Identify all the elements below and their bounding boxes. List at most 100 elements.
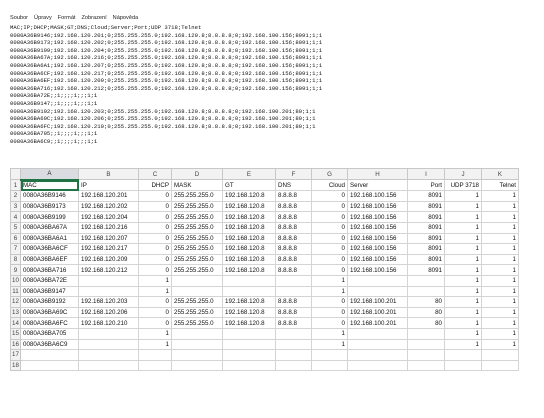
cell-a3[interactable]: 0080A36B9173: [20, 200, 79, 213]
cell-g9[interactable]: 0: [311, 264, 348, 276]
cell-h14[interactable]: 192.168.100.201: [347, 317, 408, 329]
notepad-text-area[interactable]: MAC;IP;DHCP;MASK;GT;DNS;Cloud;Server;Por…: [10, 24, 530, 146]
cell-c14[interactable]: 0: [138, 317, 172, 329]
cell-d12[interactable]: 255.255.255.0: [171, 296, 223, 308]
cell-g3[interactable]: 0: [311, 200, 348, 213]
cell-f16[interactable]: [275, 338, 312, 351]
cell-k11[interactable]: 1: [481, 285, 519, 298]
cell-b5[interactable]: 192.168.120.216: [78, 221, 139, 234]
cell-c13[interactable]: 0: [138, 306, 172, 319]
cell-j3[interactable]: 1: [444, 200, 482, 213]
cell-g4[interactable]: 0: [311, 211, 348, 223]
cell-f13[interactable]: 8.8.8.8: [275, 306, 312, 319]
cell-i18[interactable]: [407, 359, 445, 372]
cell-k9[interactable]: 1: [481, 264, 519, 276]
cell-b1[interactable]: IP: [78, 179, 139, 192]
cell-g12[interactable]: 0: [311, 296, 348, 308]
cell-f7[interactable]: 8.8.8.8: [275, 243, 312, 255]
cell-d5[interactable]: 255.255.255.0: [171, 221, 223, 234]
row-header[interactable]: 13: [10, 306, 21, 319]
cell-e4[interactable]: 192.168.120.8: [222, 211, 276, 223]
cell-d2[interactable]: 255.255.255.0: [171, 190, 223, 202]
cell-k17[interactable]: [481, 349, 519, 361]
cell-k16[interactable]: 1: [481, 338, 519, 351]
cell-f5[interactable]: 8.8.8.8: [275, 221, 312, 234]
cell-d15[interactable]: [171, 327, 223, 340]
cell-b7[interactable]: 192.168.120.217: [78, 243, 139, 255]
cell-g13[interactable]: 0: [311, 306, 348, 319]
cell-k3[interactable]: 1: [481, 200, 519, 213]
cell-h9[interactable]: 192.168.100.156: [347, 264, 408, 276]
cell-e5[interactable]: 192.168.120.8: [222, 221, 276, 234]
cell-g8[interactable]: 0: [311, 253, 348, 266]
cell-h17[interactable]: [347, 349, 408, 361]
cell-f8[interactable]: 8.8.8.8: [275, 253, 312, 266]
cell-g10[interactable]: 1: [311, 274, 348, 287]
row-header[interactable]: 18: [10, 359, 21, 372]
cell-b8[interactable]: 192.168.120.209: [78, 253, 139, 266]
cell-g16[interactable]: 1: [311, 338, 348, 351]
cell-c12[interactable]: 0: [138, 296, 172, 308]
cell-b12[interactable]: 192.168.120.203: [78, 296, 139, 308]
cell-f3[interactable]: 8.8.8.8: [275, 200, 312, 213]
cell-a8[interactable]: 0080A36BA6EF: [20, 253, 79, 266]
cell-b9[interactable]: 192.168.120.212: [78, 264, 139, 276]
column-header-c[interactable]: C: [138, 167, 172, 181]
cell-k2[interactable]: 1: [481, 190, 519, 202]
cell-f9[interactable]: 8.8.8.8: [275, 264, 312, 276]
cell-h3[interactable]: 192.168.100.156: [347, 200, 408, 213]
cell-k18[interactable]: [481, 359, 519, 372]
cell-g18[interactable]: [311, 359, 348, 372]
cell-j15[interactable]: 1: [444, 327, 482, 340]
cell-e3[interactable]: 192.168.120.8: [222, 200, 276, 213]
cell-f18[interactable]: [275, 359, 312, 372]
cell-f2[interactable]: 8.8.8.8: [275, 190, 312, 202]
cell-h15[interactable]: [347, 327, 408, 340]
cell-j13[interactable]: 1: [444, 306, 482, 319]
cell-b13[interactable]: 192.168.120.206: [78, 306, 139, 319]
cell-a5[interactable]: 0080A36BA67A: [20, 221, 79, 234]
cell-a14[interactable]: 0080A36BA6FC: [20, 317, 79, 329]
cell-h10[interactable]: [347, 274, 408, 287]
cell-f4[interactable]: 8.8.8.8: [275, 211, 312, 223]
select-all-corner[interactable]: [10, 167, 21, 181]
cell-j5[interactable]: 1: [444, 221, 482, 234]
cell-g7[interactable]: 0: [311, 243, 348, 255]
cell-e14[interactable]: 192.168.120.8: [222, 317, 276, 329]
cell-g6[interactable]: 0: [311, 232, 348, 245]
cell-a10[interactable]: 0080A36BA72E: [20, 274, 79, 287]
cell-h12[interactable]: 192.168.100.201: [347, 296, 408, 308]
cell-b11[interactable]: [78, 285, 139, 298]
cell-c17[interactable]: [138, 349, 172, 361]
cell-d4[interactable]: 255.255.255.0: [171, 211, 223, 223]
cell-j16[interactable]: 1: [444, 338, 482, 351]
menu-item-3[interactable]: Zobrazení: [81, 13, 106, 23]
cell-j14[interactable]: 1: [444, 317, 482, 329]
cell-a9[interactable]: 0080A36BA716: [20, 264, 79, 276]
column-header-g[interactable]: G: [311, 167, 348, 181]
cell-a1[interactable]: MAC: [20, 179, 79, 192]
row-header[interactable]: 11: [10, 285, 21, 298]
cell-d13[interactable]: 255.255.255.0: [171, 306, 223, 319]
column-header-f[interactable]: F: [275, 167, 312, 181]
cell-d17[interactable]: [171, 349, 223, 361]
cell-k14[interactable]: 1: [481, 317, 519, 329]
cell-a12[interactable]: 0080A36B9192: [20, 296, 79, 308]
cell-h5[interactable]: 192.168.100.156: [347, 221, 408, 234]
cell-b16[interactable]: [78, 338, 139, 351]
cell-h11[interactable]: [347, 285, 408, 298]
cell-g1[interactable]: Cloud: [311, 179, 348, 192]
cell-i13[interactable]: 80: [407, 306, 445, 319]
cell-a11[interactable]: 0080A36B9147: [20, 285, 79, 298]
cell-e17[interactable]: [222, 349, 276, 361]
cell-d9[interactable]: 255.255.255.0: [171, 264, 223, 276]
cell-c11[interactable]: 1: [138, 285, 172, 298]
cell-j12[interactable]: 1: [444, 296, 482, 308]
cell-c2[interactable]: 0: [138, 190, 172, 202]
cell-f6[interactable]: 8.8.8.8: [275, 232, 312, 245]
row-header[interactable]: 10: [10, 274, 21, 287]
cell-c16[interactable]: 1: [138, 338, 172, 351]
cell-c15[interactable]: 1: [138, 327, 172, 340]
cell-e13[interactable]: 192.168.120.8: [222, 306, 276, 319]
cell-e6[interactable]: 192.168.120.8: [222, 232, 276, 245]
